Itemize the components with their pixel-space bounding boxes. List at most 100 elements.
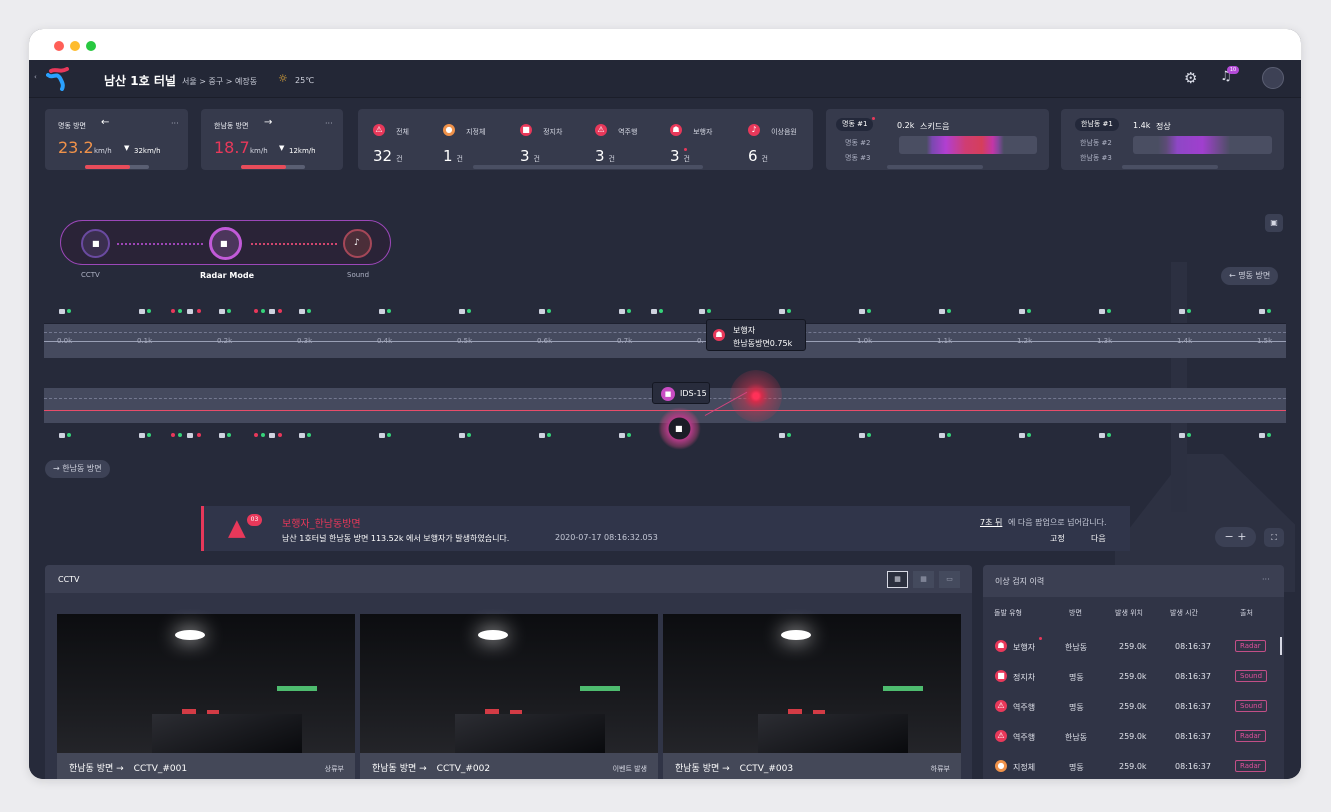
cctv-video-card[interactable]: 한남동 방면 → CCTV_#003 하류부 (663, 614, 961, 779)
summary-wrong-way[interactable]: ⚠ 역주행 3건 (595, 119, 655, 165)
camera-icon[interactable] (939, 309, 945, 314)
cctv-video-card[interactable]: 한남동 방면 → CCTV_#002 이벤트 발생 (360, 614, 658, 779)
cctv-mode-label: CCTV (81, 271, 100, 279)
camera-icon[interactable] (539, 309, 545, 314)
camera-icon[interactable] (219, 309, 225, 314)
camera-icon[interactable] (299, 309, 305, 314)
sensor-tab[interactable]: 한남동 #2 (1080, 138, 1112, 148)
more-icon[interactable]: ··· (171, 119, 179, 128)
camera-icon[interactable] (651, 309, 657, 314)
camera-icon[interactable] (379, 309, 385, 314)
close-window-button[interactable] (54, 41, 64, 51)
sensor-scroll-bar[interactable] (1122, 165, 1218, 169)
history-row[interactable]: ⚠ 역주행 한남동 259.0k 08:16:37 Radar (983, 725, 1284, 755)
camera-icon[interactable] (1019, 433, 1025, 438)
summary-congestion[interactable]: ● 지정체 1건 (443, 119, 503, 165)
camera-icon[interactable] (859, 309, 865, 314)
more-icon[interactable]: ··· (1262, 575, 1270, 584)
sensor-status: 스키드음 (920, 122, 950, 131)
camera-icon[interactable] (619, 433, 625, 438)
camera-icon[interactable] (859, 433, 865, 438)
camera-icon[interactable] (187, 309, 193, 314)
sensor-tab[interactable]: 한남동 #3 (1080, 153, 1112, 163)
zoom-out-icon[interactable]: − (1225, 530, 1238, 543)
camera-icon[interactable] (269, 309, 275, 314)
pedestrian-icon: ☗ (670, 123, 682, 136)
sensor-tab-active[interactable]: 한남동 #1 (1075, 118, 1119, 131)
scale-tick: 0.3k (297, 337, 313, 345)
tunnel-light (781, 630, 811, 640)
summary-scroll-bar[interactable] (473, 165, 703, 169)
two-grid-icon[interactable]: ▦ (913, 571, 934, 588)
scale-tick: 0.6k (537, 337, 553, 345)
history-row[interactable]: ☗ 보행자 한남동 259.0k 08:16:37 Radar (983, 635, 1284, 665)
history-row[interactable]: ● 지정체 명동 259.0k 08:16:37 Radar (983, 755, 1284, 779)
single-grid-icon[interactable]: ▭ (939, 571, 960, 588)
history-row[interactable]: ■ 정지차 명동 259.0k 08:16:37 Sound (983, 665, 1284, 695)
minimize-window-button[interactable] (70, 41, 80, 51)
camera-icon[interactable] (619, 309, 625, 314)
camera-icon[interactable] (139, 309, 145, 314)
more-icon[interactable]: ··· (325, 119, 333, 128)
chevron-left-icon[interactable]: ‹ (34, 73, 37, 81)
camera-icon[interactable] (59, 433, 65, 438)
maximize-window-button[interactable] (86, 41, 96, 51)
sensor-tab-active[interactable]: 명동 #1 (836, 118, 874, 131)
summary-abnormal-sound[interactable]: ♪ 이상음원 6건 (748, 119, 808, 165)
camera-icon[interactable] (269, 433, 275, 438)
camera-icon[interactable] (187, 433, 193, 438)
camera-icon[interactable] (539, 433, 545, 438)
camera-icon[interactable] (459, 309, 465, 314)
zoom-controls[interactable]: − + (1215, 527, 1256, 547)
camera-icon[interactable] (379, 433, 385, 438)
gear-icon[interactable]: ⚙ (1184, 69, 1197, 87)
history-direction: 한남동 (1065, 733, 1088, 742)
camera-icon[interactable] (59, 309, 65, 314)
myeongdong-direction-chip[interactable]: ← 명동 방면 (1221, 267, 1279, 285)
history-row[interactable]: ⚠ 역주행 명동 259.0k 08:16:37 Sound (983, 695, 1284, 725)
fullscreen-icon[interactable]: ⛶ (1264, 528, 1284, 547)
sensor-tab[interactable]: 명동 #2 (845, 138, 870, 148)
camera-icon[interactable] (139, 433, 145, 438)
camera-icon[interactable] (1259, 433, 1265, 438)
camera-icon[interactable] (1259, 309, 1265, 314)
status-dot (227, 309, 231, 313)
camera-icon[interactable] (779, 433, 785, 438)
camera-icon[interactable] (219, 433, 225, 438)
history-scrollbar[interactable] (1280, 637, 1282, 655)
camera-icon[interactable] (1179, 433, 1185, 438)
status-dot (178, 433, 182, 437)
breadcrumb: 서울 > 중구 > 예장동 (182, 77, 258, 86)
camera-icon[interactable] (939, 433, 945, 438)
fix-alert-button[interactable]: 고정 (1050, 533, 1065, 544)
map-layer-icon[interactable]: ▣ (1265, 214, 1283, 232)
page-title: 남산 1호 터널 (104, 74, 176, 88)
status-dot (197, 309, 201, 313)
sensor-scroll-bar[interactable] (887, 165, 983, 169)
summary-total[interactable]: ⚠ 전체 32 건 (373, 119, 433, 165)
next-alert-button[interactable]: 다음 (1091, 533, 1106, 544)
camera-icon[interactable] (779, 309, 785, 314)
camera-icon[interactable] (1099, 433, 1105, 438)
camera-icon[interactable] (699, 309, 705, 314)
camera-icon[interactable] (299, 433, 305, 438)
countdown-link[interactable]: 7초 뒤 (980, 517, 1002, 528)
history-direction: 명동 (1069, 703, 1084, 712)
camera-icon[interactable] (1019, 309, 1025, 314)
user-avatar[interactable] (1262, 67, 1284, 89)
summary-stopped-car[interactable]: ■ 정지차 3건 (520, 119, 580, 165)
zoom-in-icon[interactable]: + (1237, 530, 1246, 543)
camera-icon[interactable] (459, 433, 465, 438)
lane-marker (44, 332, 1286, 333)
cctv-video-card[interactable]: 한남동 방면 → CCTV_#001 상류부 (57, 614, 355, 779)
three-grid-icon[interactable]: ▦ (887, 571, 908, 588)
camera-icon[interactable] (1179, 309, 1185, 314)
summary-pedestrian[interactable]: ☗ 보행자 3건 (670, 119, 730, 165)
sensor-tab[interactable]: 명동 #3 (845, 153, 870, 163)
cctv-direction: 한남동 방면 → (675, 764, 730, 774)
chevron-down-icon: ▼ (279, 144, 285, 152)
camera-icon[interactable] (1099, 309, 1105, 314)
hannamdong-direction-chip[interactable]: → 한남동 방면 (45, 460, 110, 478)
cctv-direction: 한남동 방면 → (372, 764, 427, 774)
radar-mode-switch[interactable]: ■ ■ ♪ (60, 220, 391, 265)
